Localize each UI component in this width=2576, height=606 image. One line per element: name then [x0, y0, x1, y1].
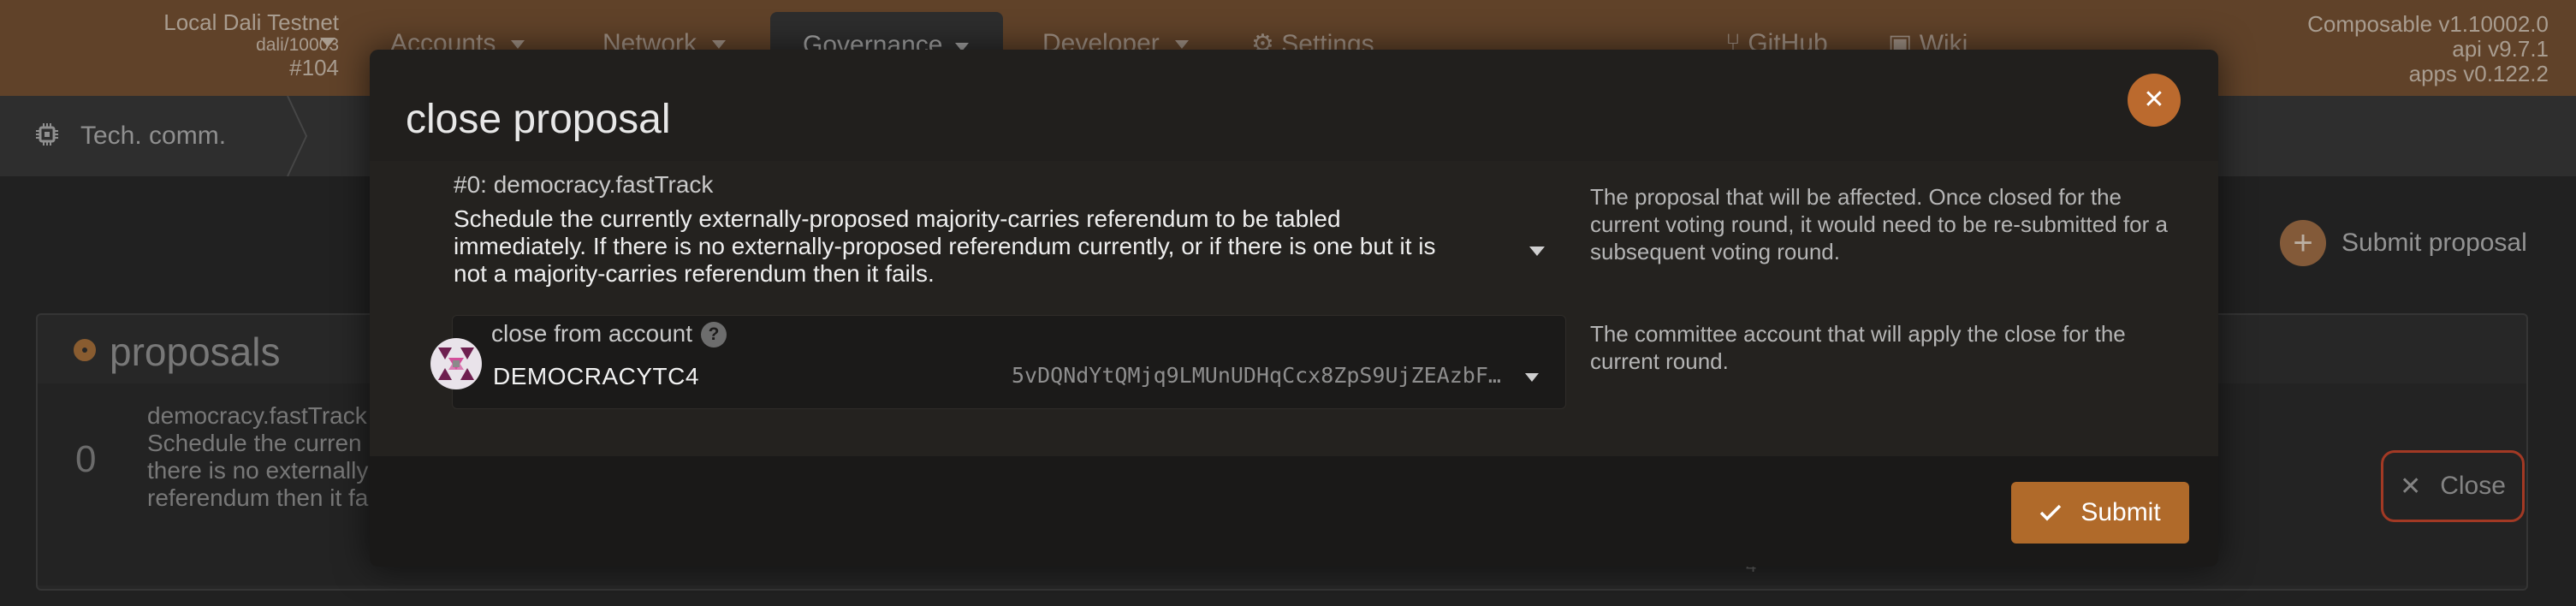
check-icon: [2040, 504, 2062, 521]
chevron-down-icon[interactable]: [1529, 247, 1545, 256]
submit-button-label: Submit: [2080, 498, 2161, 526]
modal-close-button[interactable]: ✕: [2128, 74, 2181, 127]
proposal-call: #0: democracy.fastTrack: [454, 171, 714, 198]
proposal-help-text: The proposal that will be affected. Once…: [1590, 184, 2168, 264]
account-identicon: [430, 338, 482, 389]
account-label-text: close from account: [491, 320, 692, 347]
close-proposal-modal: close proposal ✕ #0: democracy.fastTrack…: [370, 50, 2218, 567]
modal-footer: Submit: [370, 456, 2218, 567]
account-address: 5vDQNdYtQMjq9LMUnUDHqCcx8ZpS9UjZEAzbF…: [1012, 363, 1501, 388]
close-icon: ✕: [2143, 86, 2165, 114]
account-label: close from account?: [491, 320, 727, 348]
submit-button[interactable]: Submit: [2011, 482, 2189, 544]
chevron-down-icon[interactable]: [1525, 373, 1539, 382]
proposal-dropdown[interactable]: Schedule the currently externally-propos…: [454, 205, 1472, 288]
modal-body: #0: democracy.fastTrack Schedule the cur…: [370, 161, 2218, 456]
modal-title: close proposal: [406, 97, 671, 143]
help-icon[interactable]: ?: [701, 322, 727, 348]
account-help-text: The committee account that will apply th…: [1590, 321, 2126, 374]
account-name: DEMOCRACYTC4: [493, 363, 699, 389]
